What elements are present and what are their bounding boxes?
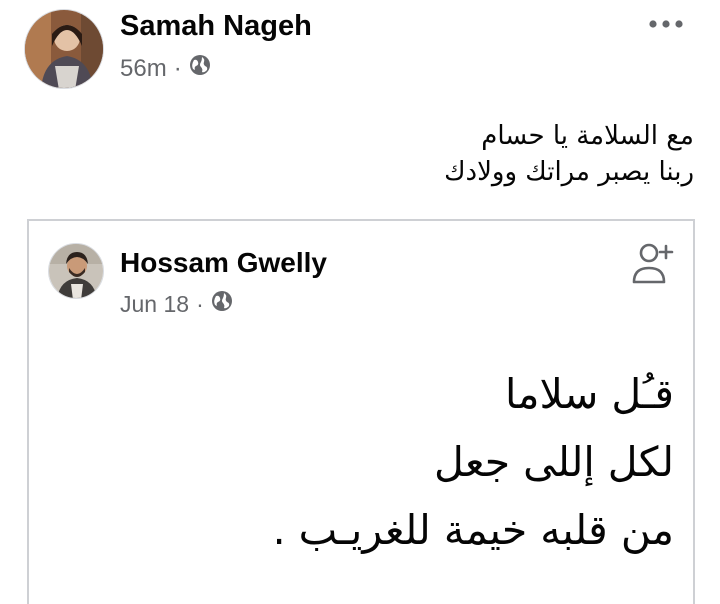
meta-separator: · bbox=[196, 290, 204, 317]
shared-post-meta: Jun 18 · bbox=[120, 290, 233, 318]
post-meta: 56m · bbox=[120, 54, 211, 83]
globe-icon bbox=[189, 54, 211, 83]
add-friend-button[interactable] bbox=[626, 236, 680, 290]
author-avatar-image bbox=[25, 10, 103, 88]
shared-author-name[interactable]: Hossam Gwelly bbox=[120, 247, 327, 279]
author-name[interactable]: Samah Nageh bbox=[120, 10, 312, 43]
author-avatar[interactable] bbox=[24, 9, 104, 89]
shared-post-timestamp[interactable]: Jun 18 bbox=[120, 291, 189, 318]
post-message-line: مع السلامة يا حسام bbox=[481, 121, 694, 151]
facebook-post-view: Samah Nageh 56m · مع السلامة يا حسام ربن… bbox=[0, 0, 720, 604]
more-options-button[interactable] bbox=[644, 12, 688, 36]
more-horizontal-icon bbox=[649, 20, 683, 28]
post-message-line: ربنا يصبر مراتك وولادك bbox=[444, 157, 694, 187]
meta-separator: · bbox=[173, 54, 182, 82]
shared-post-message-line: قـُل سلاما bbox=[505, 370, 674, 418]
add-friend-icon bbox=[632, 243, 674, 284]
shared-author-avatar[interactable] bbox=[48, 243, 104, 299]
shared-post-message-line: لكل إللى جعل bbox=[433, 438, 674, 486]
shared-post-message-line: من قلبه خيمة للغريـب . bbox=[272, 506, 674, 554]
globe-icon bbox=[211, 290, 233, 318]
post-timestamp[interactable]: 56m bbox=[120, 55, 167, 83]
post-message: مع السلامة يا حسام ربنا يصبر مراتك وولاد… bbox=[444, 118, 694, 190]
shared-author-avatar-image bbox=[49, 244, 103, 298]
shared-post-message: قـُل سلاما لكل إللى جعل من قلبه خيمة للغ… bbox=[273, 360, 674, 564]
